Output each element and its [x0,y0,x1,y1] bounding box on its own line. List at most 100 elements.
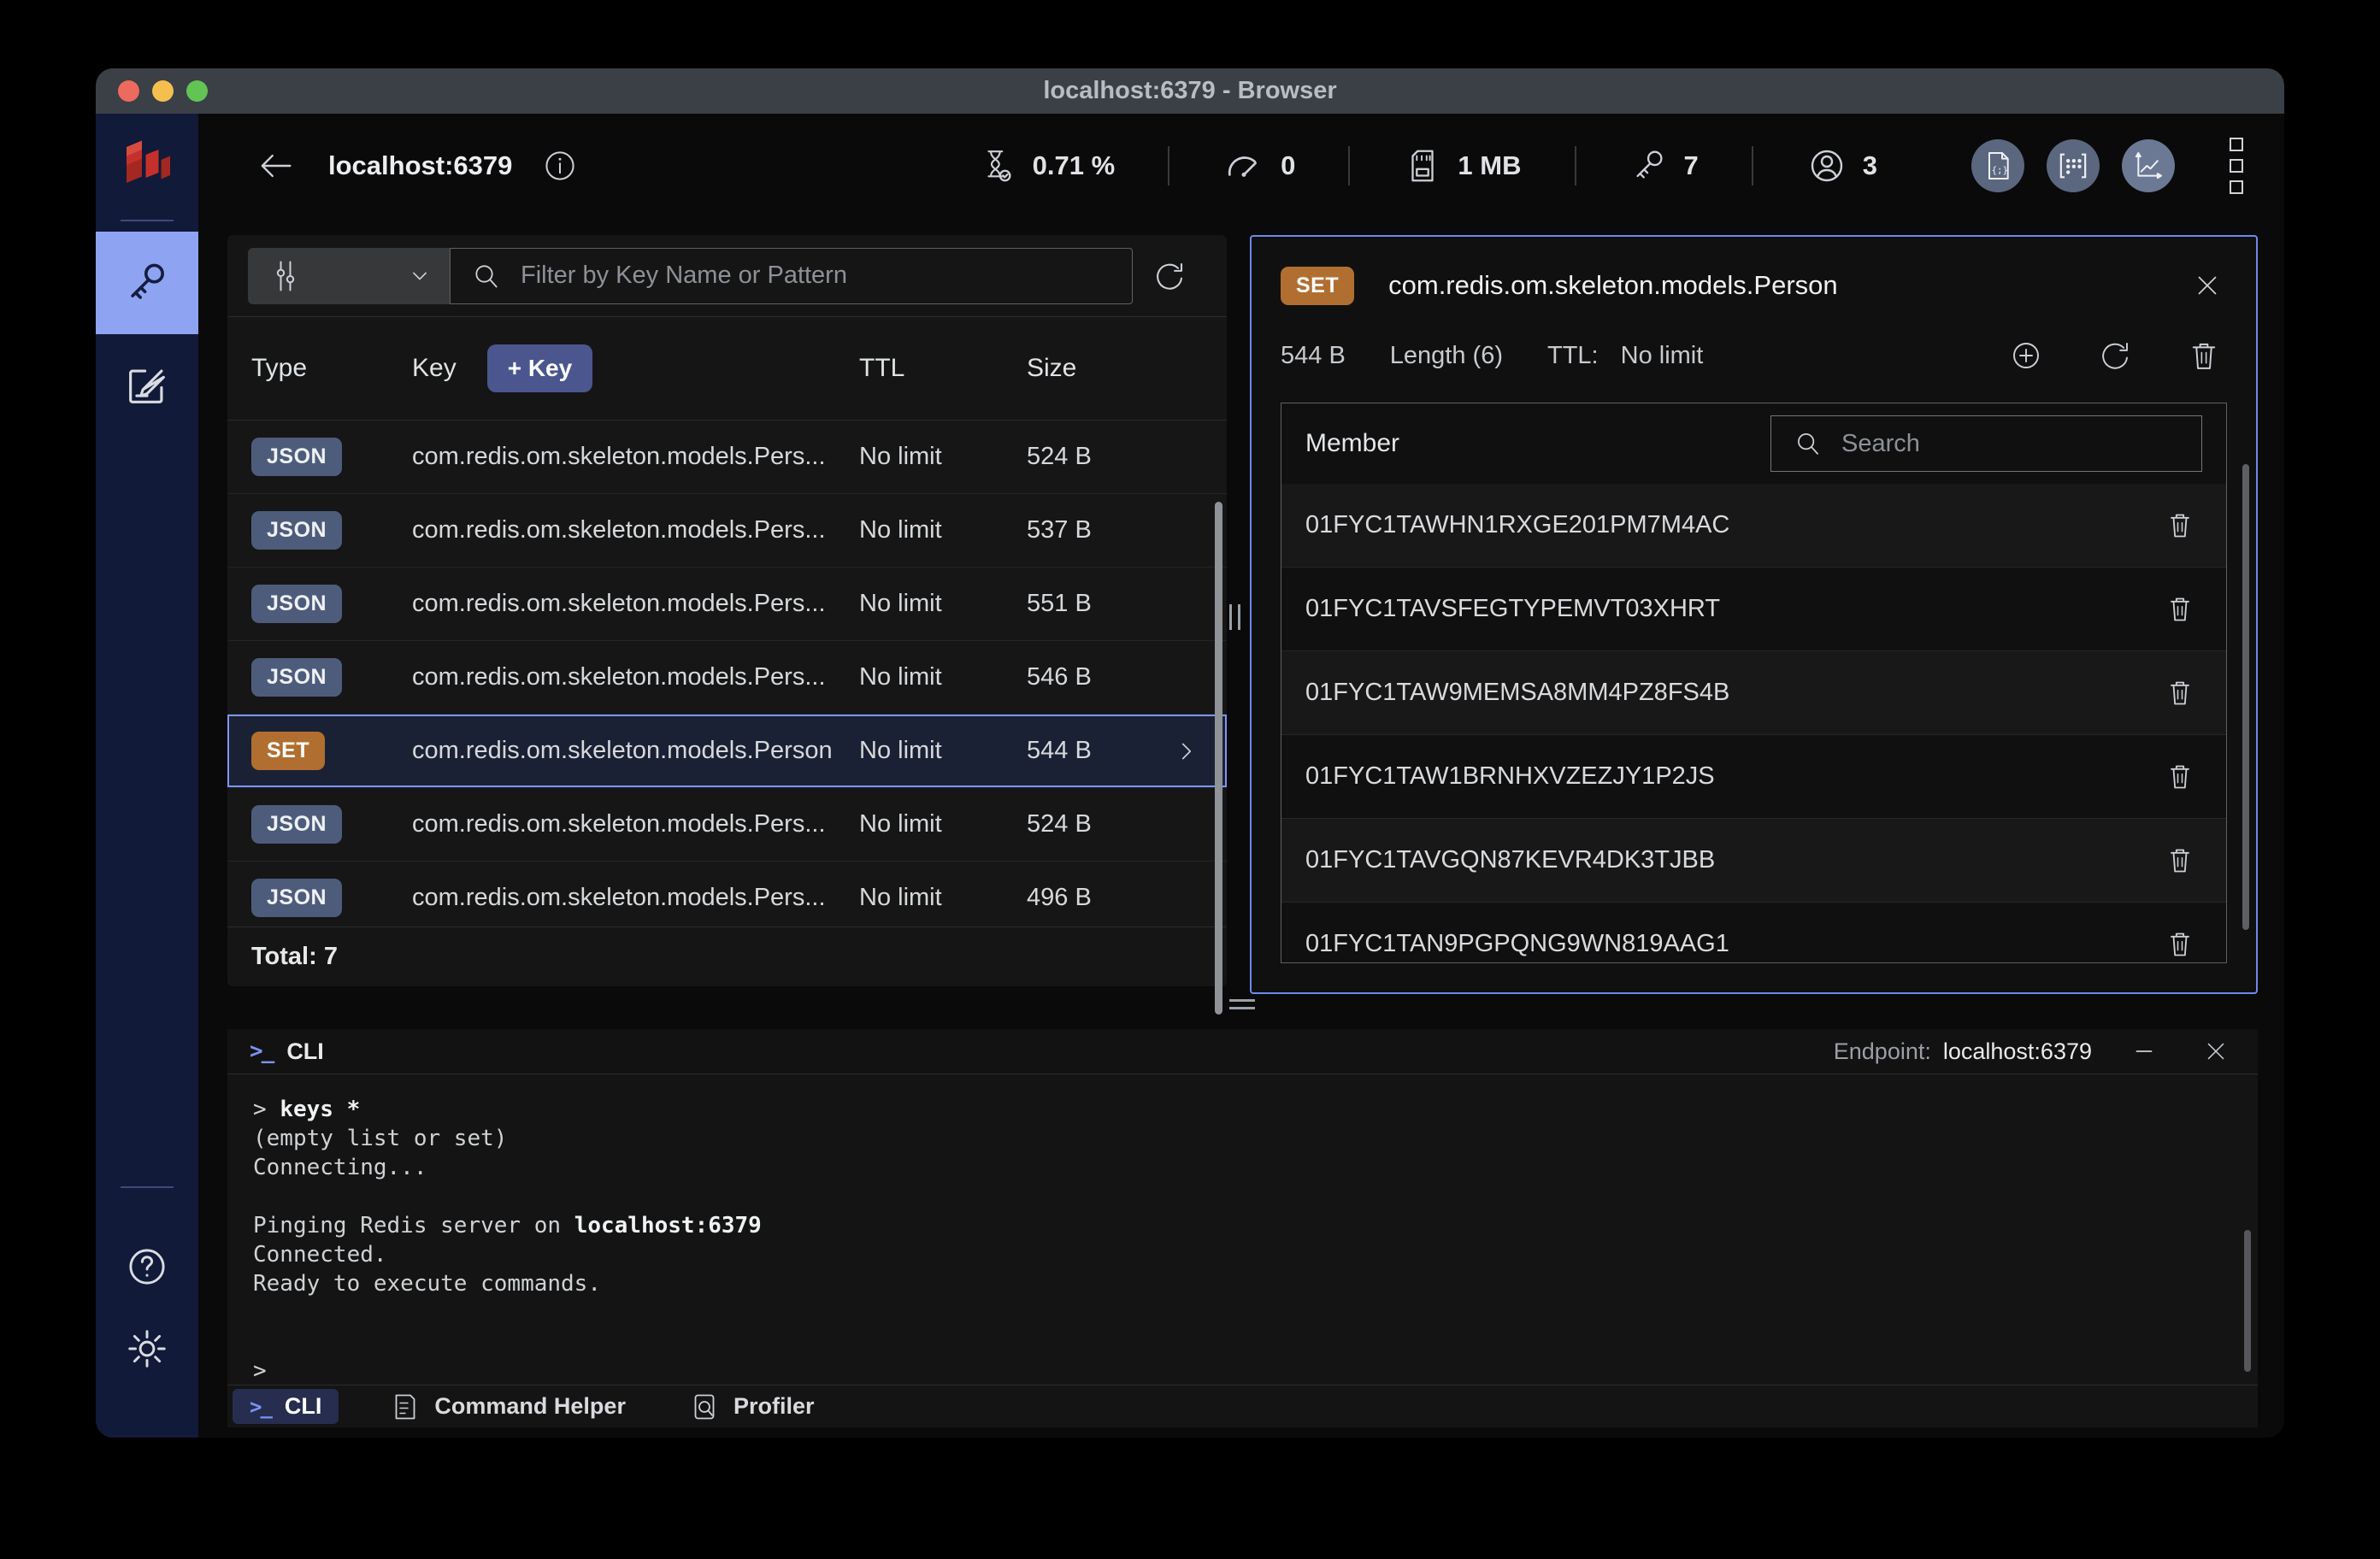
vertical-resize-handle[interactable] [1229,999,1255,1009]
member-row: 01FYC1TAW1BRNHXVZEZJY1P2JS [1281,735,2226,819]
key-size: 524 B [1027,443,1092,470]
key-row[interactable]: JSON com.redis.om.skeleton.models.Pers..… [227,421,1227,494]
delete-member-button[interactable] [2158,755,2202,799]
key-size: 544 B [1027,737,1092,764]
close-details-button[interactable] [2186,264,2229,307]
analysis-chart-button[interactable] [2122,139,2175,192]
cli-line [253,1298,2232,1327]
tab-command-helper[interactable]: Command Helper [378,1391,638,1422]
delete-member-button[interactable] [2158,922,2202,963]
key-type-filter-dropdown[interactable] [248,247,450,304]
column-ttl: TTL [859,354,905,382]
refresh-key-button[interactable] [2092,332,2138,379]
zoom-window-button[interactable] [186,80,208,102]
key-size: 524 B [1027,810,1092,838]
key-icon [122,258,172,308]
key-row[interactable]: JSON com.redis.om.skeleton.models.Pers..… [227,862,1227,927]
cli-scrollbar[interactable] [2244,1229,2251,1373]
back-button[interactable] [251,142,299,190]
member-value: 01FYC1TAWHN1RXGE201PM7M4AC [1305,511,1730,538]
horizontal-resize-handle[interactable] [1229,604,1240,630]
svg-text:{;}: {;} [1992,164,2009,175]
member-column-header: Member [1305,429,1400,457]
key-row[interactable]: JSON com.redis.om.skeleton.models.Pers..… [227,568,1227,641]
tab-label: Profiler [733,1393,815,1419]
key-length: Length (6) [1389,341,1503,369]
delete-member-button[interactable] [2158,503,2202,548]
line-chart-icon [2131,149,2165,183]
delete-member-button[interactable] [2158,587,2202,632]
grid-button[interactable] [2047,139,2100,192]
cli-terminal[interactable]: > keys * (empty list or set) Connecting...… [227,1074,2258,1385]
cli-panel: >_ CLI Endpoint: localhost:6379 > keys *… [227,1029,2258,1427]
tab-profiler[interactable]: Profiler [677,1391,827,1422]
key-size: 496 B [1027,884,1092,911]
tab-cli[interactable]: >_ CLI [233,1389,339,1424]
cli-tab-bar: >_ CLI Command Helper Profiler [227,1385,2258,1427]
column-type: Type [251,354,308,382]
key-search-placeholder: Filter by Key Name or Pattern [521,262,847,289]
key-name: com.redis.om.skeleton.models.Person [412,737,833,764]
key-name: com.redis.om.skeleton.models.Pers... [412,443,826,470]
gauge-icon [1222,144,1265,187]
grid-dots-icon [2056,149,2090,183]
stat-keys: 7 [1576,146,1752,185]
key-ttl: No limit [859,516,942,544]
member-row: 01FYC1TAW9MEMSA8MM4PZ8FS4B [1281,651,2226,735]
stat-value: 0.71 % [1032,150,1116,180]
key-ttl: No limit [859,443,942,470]
column-size: Size [1027,354,1077,382]
stat-cpu: 0.71 % [925,146,1169,185]
key-name: com.redis.om.skeleton.models.Pers... [412,590,826,617]
sidebar-item-workbench[interactable] [96,334,198,437]
cli-line: > [253,1358,267,1384]
close-cli-button[interactable] [2196,1032,2236,1071]
cli-title: CLI [286,1038,324,1064]
close-window-button[interactable] [118,80,139,102]
key-search-input[interactable]: Filter by Key Name or Pattern [450,247,1133,304]
delete-member-button[interactable] [2158,671,2202,715]
minimize-window-button[interactable] [152,80,174,102]
sidebar-item-settings[interactable] [96,1308,198,1390]
delete-member-button[interactable] [2158,838,2202,883]
endpoint-value: localhost:6379 [1942,1038,2092,1064]
info-icon[interactable] [541,147,579,185]
key-ttl: No limit [859,737,942,764]
cli-output: > keys * (empty list or set) Connecting...… [253,1095,2232,1385]
refresh-keys-button[interactable] [1133,258,1206,294]
sidebar-item-help[interactable] [96,1226,198,1308]
add-member-button[interactable] [2003,332,2049,379]
sidebar-divider [121,220,174,221]
key-size: 544 B [1281,341,1346,369]
key-type-badge: JSON [251,805,343,844]
titlebar: localhost:6379 - Browser [96,68,2284,114]
delete-key-button[interactable] [2181,332,2227,379]
key-size: 537 B [1027,516,1092,544]
key-type-badge: JSON [251,511,343,550]
cli-line: (empty list or set) [253,1126,508,1151]
key-row[interactable]: JSON com.redis.om.skeleton.models.Pers..… [227,788,1227,862]
minimize-cli-button[interactable] [2124,1032,2164,1071]
add-key-button[interactable]: + Key [486,344,593,392]
workbench-file-button[interactable]: {;} [1971,139,2024,192]
members-scrollbar[interactable] [2242,464,2249,930]
key-row[interactable]: JSON com.redis.om.skeleton.models.Pers..… [227,641,1227,715]
stat-value: 1 MB [1458,150,1522,180]
redis-logo[interactable] [96,114,198,216]
sidebar-item-browser[interactable] [96,232,198,334]
key-ttl: No limit [859,810,942,838]
ttl-value[interactable]: No limit [1621,342,1704,370]
keys-scrollbar[interactable] [1215,502,1222,1015]
code-file-icon: {;} [1981,149,2015,183]
profiler-icon [689,1391,720,1422]
key-row[interactable]: SET com.redis.om.skeleton.models.Person … [227,715,1227,788]
key-row[interactable]: JSON com.redis.om.skeleton.models.Pers..… [227,494,1227,568]
overflow-menu-button[interactable] [2223,131,2250,201]
key-type-badge: SET [1281,266,1355,305]
member-value: 01FYC1TAW1BRNHXVZEZJY1P2JS [1305,762,1715,790]
member-row: 01FYC1TAN9PGPQNG9WN819AAG1 [1281,903,2226,962]
key-name: com.redis.om.skeleton.models.Pers... [412,810,826,838]
tab-label: Command Helper [434,1393,626,1419]
member-search-input[interactable]: Search [1770,415,2202,472]
chevron-down-icon [405,262,434,291]
